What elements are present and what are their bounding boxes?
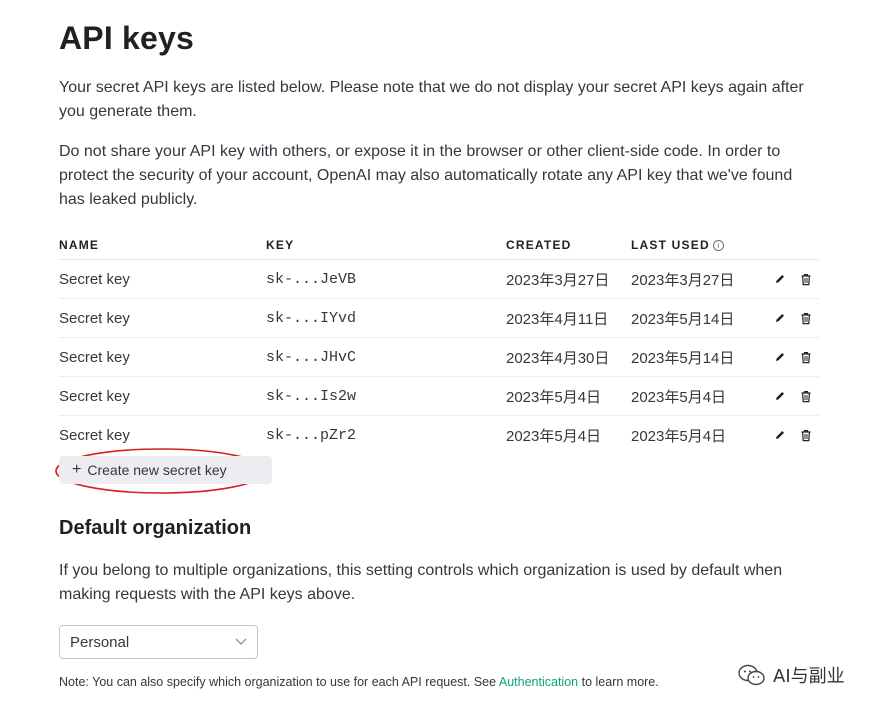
key-created: 2023年5月4日 (506, 376, 631, 416)
pencil-icon[interactable] (773, 311, 787, 325)
table-row: Secret key sk-...JeVB 2023年3月27日 2023年3月27日 (59, 259, 819, 299)
organization-select-value: Personal (70, 633, 130, 651)
table-header-row: NAME KEY CREATED LAST USED i (59, 231, 819, 260)
header-actions (759, 231, 819, 260)
trash-icon[interactable] (799, 311, 813, 325)
row-actions-group (759, 428, 819, 442)
key-name: Secret key (59, 426, 130, 444)
row-actions-group (759, 311, 819, 325)
intro-paragraph-2: Do not share your API key with others, o… (59, 143, 793, 208)
note-text-before: Note: You can also specify which organiz… (59, 675, 497, 689)
row-actions (759, 376, 819, 416)
default-organization-description: If you belong to multiple organizations,… (59, 562, 783, 603)
header-last-used: LAST USED i (631, 231, 759, 260)
trash-icon[interactable] (799, 272, 813, 286)
key-name: Secret key (59, 298, 266, 338)
header-key: KEY (266, 231, 506, 260)
key-value: sk-...Is2w (266, 376, 506, 416)
key-value: sk-...pZr2 (266, 426, 357, 444)
trash-icon[interactable] (799, 428, 813, 442)
watermark: AI与副业 (737, 662, 845, 688)
table-row: Secret key sk-...Is2w 2023年5月4日 2023年5月4日 (59, 376, 819, 416)
key-value: sk-...JHvC (266, 337, 506, 377)
table-row: Secret key sk-...pZr2 2023年5月4日 2023年5月4日 (59, 416, 819, 455)
key-last-used: 2023年5月4日 (631, 427, 727, 445)
pencil-icon[interactable] (773, 428, 787, 442)
table-row: Secret key sk-...IYvd 2023年4月11日 2023年5月14日 (59, 298, 819, 338)
organization-note: Note: You can also specify which organiz… (59, 675, 659, 689)
trash-icon[interactable] (799, 350, 813, 364)
table-row: Secret key sk-...JHvC 2023年4月30日 2023年5月14日 (59, 337, 819, 377)
pencil-icon[interactable] (773, 272, 787, 286)
key-last-used: 2023年5月14日 (631, 337, 759, 377)
wechat-icon (738, 664, 765, 686)
organization-select[interactable]: Personal (59, 625, 258, 659)
key-name: Secret key (59, 376, 266, 416)
pencil-icon[interactable] (773, 350, 787, 364)
key-last-used: 2023年5月4日 (631, 376, 759, 416)
key-value: sk-...JeVB (266, 259, 506, 299)
trash-icon[interactable] (799, 389, 813, 403)
key-value: sk-...IYvd (266, 298, 506, 338)
key-name: Secret key (59, 259, 266, 299)
info-icon[interactable]: i (712, 240, 724, 251)
pencil-icon[interactable] (773, 389, 787, 403)
key-created: 2023年5月4日 (506, 427, 602, 445)
row-actions (759, 298, 819, 338)
row-actions-group (759, 350, 819, 364)
intro-paragraph-1: Your secret API keys are listed below. P… (59, 79, 804, 120)
row-actions-group (759, 272, 819, 286)
key-last-used: 2023年5月14日 (631, 298, 759, 338)
plus-icon: + (72, 461, 82, 478)
row-actions (759, 416, 819, 455)
key-created: 2023年4月30日 (506, 337, 631, 377)
key-name: Secret key (59, 337, 266, 377)
row-actions (759, 337, 819, 377)
header-created: CREATED (506, 231, 631, 260)
api-keys-table: NAME KEY CREATED LAST USED i Secret key sk… (59, 231, 819, 454)
note-text-after: to learn more. (581, 675, 659, 689)
create-button-label: Create new secret key (87, 462, 227, 478)
watermark-text: AI与副业 (773, 666, 845, 687)
create-new-secret-key-button[interactable]: + Create new secret key (59, 456, 272, 484)
chevron-down-icon (235, 638, 247, 645)
authentication-link[interactable]: Authentication (499, 675, 578, 689)
key-last-used: 2023年3月27日 (631, 259, 759, 299)
key-created: 2023年3月27日 (506, 259, 631, 299)
row-actions (759, 259, 819, 299)
page-title: API keys (59, 20, 195, 56)
key-created: 2023年4月11日 (506, 298, 631, 338)
header-name: NAME (59, 231, 266, 260)
row-actions-group (759, 389, 819, 403)
header-last-used-label: LAST USED (631, 238, 710, 252)
default-organization-heading: Default organization (59, 517, 252, 539)
